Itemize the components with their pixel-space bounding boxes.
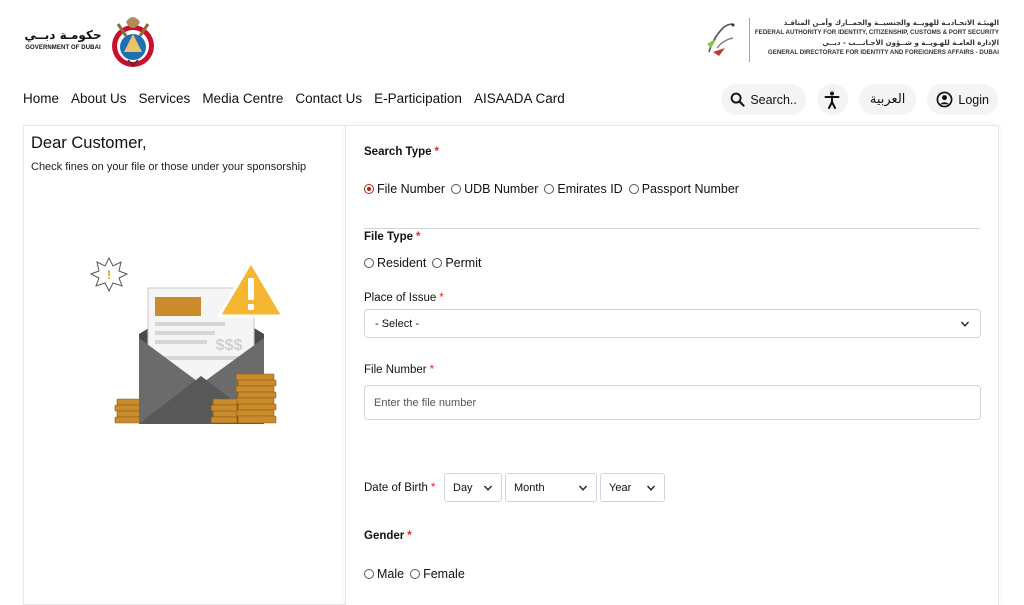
fines-search-form: Search Type * File Number UDB Number Emir… bbox=[345, 125, 999, 605]
file-number-input[interactable] bbox=[364, 385, 981, 420]
dubai-emblem-icon bbox=[112, 17, 154, 67]
radio-icon[interactable] bbox=[364, 258, 374, 268]
required-mark: * bbox=[407, 530, 412, 542]
option-label: Passport Number bbox=[641, 182, 739, 196]
gender-options: Male Female bbox=[364, 567, 465, 581]
nav-services[interactable]: Services bbox=[139, 91, 191, 106]
login-label: Login bbox=[958, 92, 989, 107]
gender-female[interactable]: Female bbox=[410, 567, 465, 581]
dob-month-select[interactable]: Month bbox=[505, 473, 597, 502]
intro-panel: Dear Customer, Check fines on your file … bbox=[23, 125, 346, 605]
option-label: Permit bbox=[445, 256, 482, 270]
required-mark: * bbox=[416, 231, 421, 243]
search-type-file-number[interactable]: File Number bbox=[364, 182, 445, 196]
login-button[interactable]: Login bbox=[927, 84, 998, 115]
main-navigation: Home About Us Services Media Centre Cont… bbox=[0, 80, 1024, 120]
required-mark: * bbox=[439, 292, 444, 304]
chevron-down-icon bbox=[483, 485, 493, 491]
search-type-passport-number[interactable]: Passport Number bbox=[628, 182, 739, 196]
user-circle-icon bbox=[936, 91, 953, 108]
search-button[interactable]: Search.. bbox=[721, 84, 806, 115]
dob-month-value: Month bbox=[514, 481, 545, 494]
nav-actions: Search.. العربية Login bbox=[721, 84, 998, 115]
government-of-dubai-logo[interactable]: حكومـة دبــي GOVERNMENT OF DUBAI bbox=[22, 12, 162, 70]
gov-logo-english-text: GOVERNMENT OF DUBAI bbox=[25, 45, 101, 51]
date-of-birth-label-text: Date of Birth bbox=[364, 482, 428, 494]
search-type-options: File Number UDB Number Emirates ID Passp… bbox=[364, 182, 739, 196]
file-number-label-text: File Number bbox=[364, 364, 427, 376]
authority-line-4: GENERAL DIRECTORATE FOR IDENTITY AND FOR… bbox=[767, 49, 999, 56]
illustration-dollar-text: $$$ bbox=[216, 337, 243, 354]
option-label: Male bbox=[377, 567, 405, 581]
chevron-down-icon bbox=[578, 485, 588, 491]
language-arabic-button[interactable]: العربية bbox=[858, 84, 917, 115]
top-header: حكومـة دبــي GOVERNMENT OF DUBAI الهيئـة… bbox=[0, 0, 1024, 80]
falcon-logo-icon bbox=[707, 23, 735, 56]
required-mark: * bbox=[434, 146, 440, 158]
search-type-label-text: Search Type bbox=[364, 146, 432, 158]
fines-envelope-illustration: ! $$$ bbox=[89, 256, 284, 424]
place-of-issue-select[interactable]: - Select - bbox=[364, 309, 981, 338]
accessibility-icon bbox=[824, 91, 840, 109]
nav-media-centre[interactable]: Media Centre bbox=[202, 91, 283, 106]
authority-line-3: الإدارة العامـة للهـويــة و شــؤون الأجـ… bbox=[822, 39, 999, 47]
dob-day-value: Day bbox=[453, 481, 473, 494]
required-mark: * bbox=[430, 482, 436, 494]
radio-icon[interactable] bbox=[451, 184, 462, 194]
chevron-down-icon bbox=[646, 485, 656, 491]
nav-about-us[interactable]: About Us bbox=[71, 91, 127, 106]
dob-year-value: Year bbox=[609, 481, 632, 494]
chevron-down-icon bbox=[960, 321, 970, 327]
gov-logo-arabic-text: حكومـة دبــي bbox=[24, 28, 102, 42]
place-of-issue-label-text: Place of Issue bbox=[364, 292, 437, 304]
option-label: UDB Number bbox=[464, 182, 539, 196]
option-label: Female bbox=[423, 567, 465, 581]
authority-line-1: الهيئـة الاتحـاديـة للهويــة والجنسيــة … bbox=[783, 19, 999, 27]
greeting-heading: Dear Customer, bbox=[31, 134, 147, 152]
gender-label-text: Gender bbox=[364, 530, 405, 542]
nav-home[interactable]: Home bbox=[23, 91, 59, 106]
radio-checked-icon[interactable] bbox=[364, 184, 374, 194]
file-number-label: File Number * bbox=[364, 364, 434, 376]
svg-text:!: ! bbox=[107, 268, 111, 282]
search-label: Search.. bbox=[750, 92, 797, 107]
authority-name-block: الهيئـة الاتحـاديـة للهويــة والجنسيــة … bbox=[749, 18, 999, 62]
dob-day-select[interactable]: Day bbox=[444, 473, 502, 502]
dob-year-select[interactable]: Year bbox=[600, 473, 665, 502]
place-of-issue-value: - Select - bbox=[375, 317, 420, 330]
date-of-birth-label: Date of Birth * bbox=[364, 482, 435, 494]
option-label: Resident bbox=[377, 256, 427, 270]
radio-icon[interactable] bbox=[432, 258, 443, 268]
radio-icon[interactable] bbox=[410, 569, 421, 579]
search-icon bbox=[730, 92, 745, 107]
radio-icon[interactable] bbox=[364, 569, 374, 579]
place-of-issue-label: Place of Issue * bbox=[364, 292, 444, 304]
option-label: File Number bbox=[377, 182, 446, 196]
file-type-label-text: File Type bbox=[364, 231, 413, 243]
section-divider bbox=[364, 228, 980, 229]
nav-links: Home About Us Services Media Centre Cont… bbox=[23, 91, 565, 106]
nav-e-participation[interactable]: E-Participation bbox=[374, 91, 462, 106]
file-type-permit[interactable]: Permit bbox=[432, 256, 481, 270]
gender-male[interactable]: Male bbox=[364, 567, 404, 581]
intro-subtitle: Check fines on your file or those under … bbox=[31, 161, 307, 173]
search-type-udb-number[interactable]: UDB Number bbox=[451, 182, 538, 196]
option-label: Emirates ID bbox=[557, 182, 623, 196]
nav-aisaada-card[interactable]: AISAADA Card bbox=[474, 91, 565, 106]
search-type-label: Search Type * bbox=[364, 146, 439, 158]
search-type-emirates-id[interactable]: Emirates ID bbox=[544, 182, 623, 196]
file-type-resident[interactable]: Resident bbox=[364, 256, 426, 270]
radio-icon[interactable] bbox=[628, 184, 639, 194]
file-type-options: Resident Permit bbox=[364, 256, 481, 270]
nav-contact-us[interactable]: Contact Us bbox=[295, 91, 362, 106]
gender-label: Gender * bbox=[364, 530, 412, 542]
federal-authority-logo[interactable]: الهيئـة الاتحـاديـة للهويــة والجنسيــة … bbox=[703, 18, 999, 62]
file-type-label: File Type * bbox=[364, 231, 420, 243]
required-mark: * bbox=[429, 364, 435, 376]
accessibility-button[interactable] bbox=[816, 84, 848, 115]
authority-line-2: FEDERAL AUTHORITY FOR IDENTITY, CITIZENS… bbox=[754, 29, 999, 36]
radio-icon[interactable] bbox=[544, 184, 555, 194]
